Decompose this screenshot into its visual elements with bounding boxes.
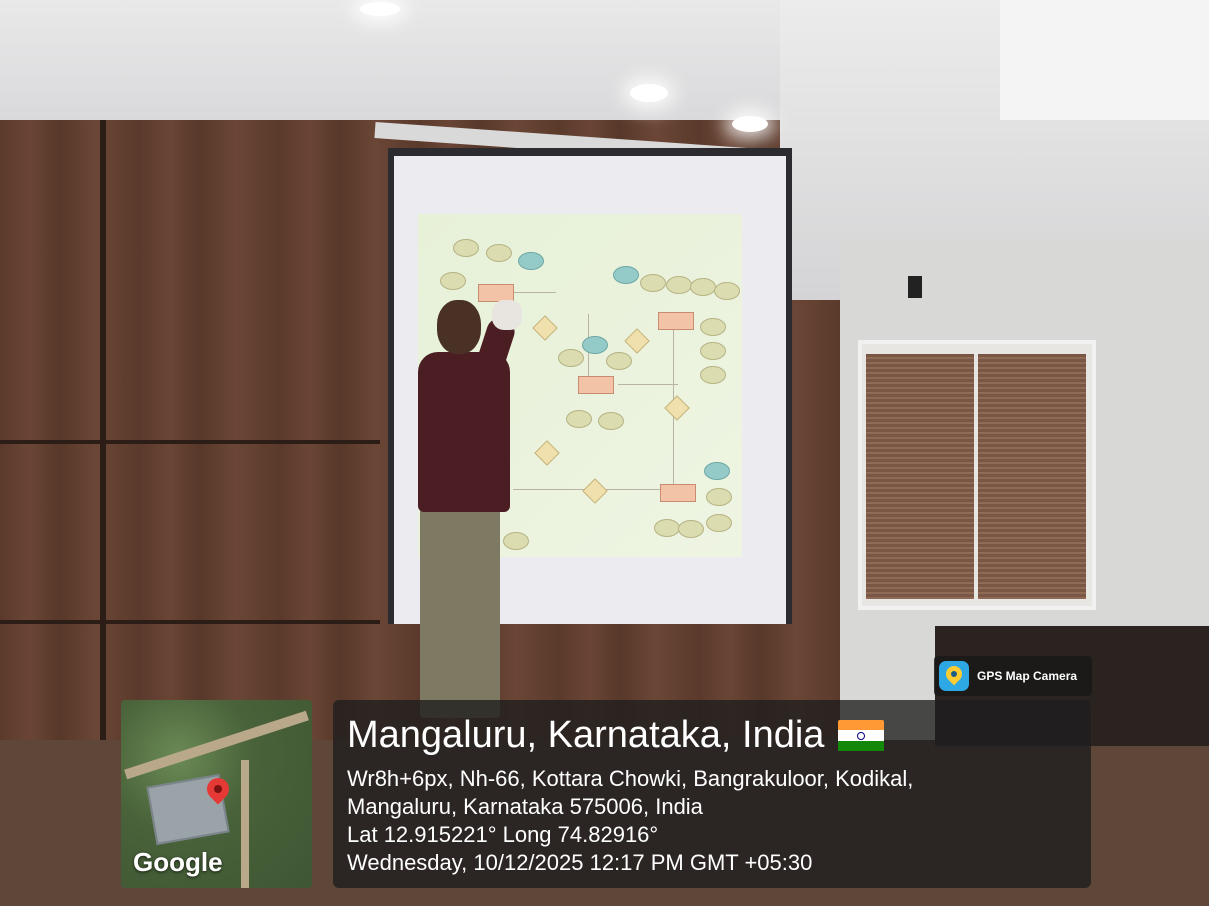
ceiling-light [732,116,768,132]
gps-map-camera-icon [939,661,969,691]
address-line-2: Mangaluru, Karnataka 575006, India [347,794,703,819]
presenter-legs [420,508,500,718]
presenter-head [437,300,481,354]
location-title-row: Mangaluru, Karnataka, India [347,714,885,757]
coordinates: Lat 12.915221° Long 74.82916° [347,822,659,847]
location-title: Mangaluru, Karnataka, India [347,714,825,756]
google-logo: Google [133,847,223,877]
ceiling-light [630,84,668,102]
wall-speaker [908,276,922,298]
address-line-1: Wr8h+6px, Nh-66, Kottara Chowki, Bangrak… [347,766,914,791]
gps-map-camera-badge: GPS Map Camera [934,656,1092,696]
window-with-blinds [858,340,1096,610]
ceiling-light [360,2,400,16]
presenter-hand [492,300,522,330]
india-flag-icon [838,719,885,752]
gps-badge-label: GPS Map Camera [977,669,1078,683]
map-thumbnail: Google [121,700,312,888]
location-info-panel: Mangaluru, Karnataka, India Wr8h+6px, Nh… [333,700,1091,888]
datetime: Wednesday, 10/12/2025 12:17 PM GMT +05:3… [347,850,813,875]
photo-scene: GPS Map Camera Google Mangaluru, Karnata… [0,0,1209,906]
